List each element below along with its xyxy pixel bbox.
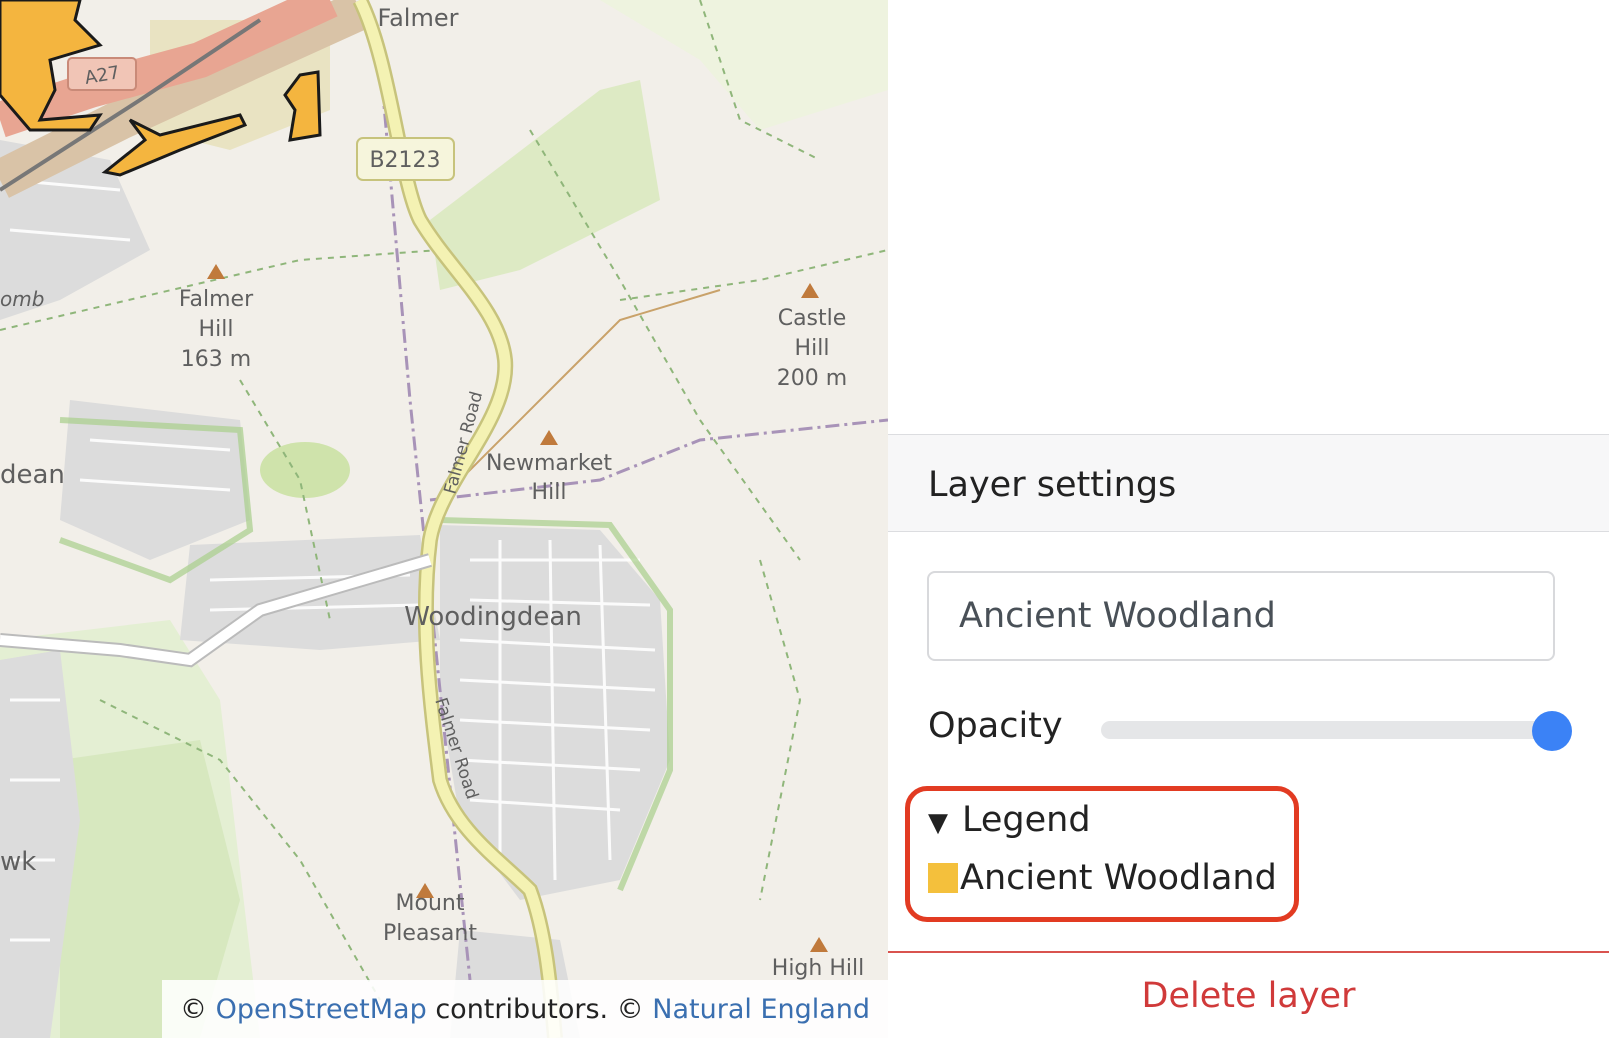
peak-label-falmer-hill-1: Falmer <box>179 287 254 312</box>
peak-label-high-hill: High Hill <box>772 956 864 981</box>
attribution-copyright: © <box>180 993 207 1025</box>
place-label-woodingdean: Woodingdean <box>404 602 582 632</box>
opacity-label: Opacity <box>928 706 1063 746</box>
place-label-falmer: Falmer <box>378 4 459 32</box>
map-attribution: © OpenStreetMap contributors. © Natural … <box>162 980 888 1038</box>
disclosure-triangle-icon: ▼ <box>928 808 948 838</box>
openstreetmap-link[interactable]: OpenStreetMap <box>216 994 427 1025</box>
map-tiles[interactable]: B2123 A27 Falmer Falmer Hill 163 m Castl… <box>0 0 888 1038</box>
road-label-b2123: B2123 <box>369 148 440 173</box>
legend-item: Ancient Woodland <box>928 858 1277 898</box>
panel-header: Layer settings <box>888 434 1609 532</box>
layer-settings-panel: Layer settings Opacity ▼ Legend Ancient W… <box>888 0 1609 1038</box>
legend-toggle[interactable]: ▼ Legend <box>928 800 1091 840</box>
place-label-partial-dean: dean <box>0 460 65 490</box>
place-label-partial-hawk: wk <box>0 847 36 877</box>
peak-label-castle-hill-1: Castle <box>778 306 847 331</box>
delete-layer-button[interactable]: Delete layer <box>888 953 1609 1038</box>
opacity-slider-thumb[interactable] <box>1532 711 1572 751</box>
layer-name-input[interactable] <box>927 571 1555 661</box>
peak-label-castle-hill-2: Hill <box>795 336 830 361</box>
peak-label-mount-pleasant-1: Mount <box>396 891 465 916</box>
peak-label-castle-hill-height: 200 m <box>777 366 847 391</box>
place-label-partial-comb: omb <box>0 287 44 311</box>
peak-label-mount-pleasant-2: Pleasant <box>383 921 477 946</box>
peak-label-falmer-hill-2: Hill <box>199 317 234 342</box>
peak-label-newmarket-hill-2: Hill <box>532 480 567 505</box>
attribution-middle-text: contributors. © <box>435 993 644 1025</box>
peak-label-newmarket-hill-1: Newmarket <box>486 451 612 476</box>
legend-summary-label: Legend <box>962 800 1091 840</box>
map-view[interactable]: B2123 A27 Falmer Falmer Hill 163 m Castl… <box>0 0 888 1038</box>
panel-title: Layer settings <box>928 465 1177 505</box>
legend-swatch-icon <box>928 863 958 893</box>
peak-label-falmer-hill-height: 163 m <box>181 347 251 372</box>
opacity-slider[interactable] <box>1101 721 1555 739</box>
natural-england-link[interactable]: Natural England <box>652 994 870 1025</box>
legend-item-label: Ancient Woodland <box>960 858 1277 898</box>
